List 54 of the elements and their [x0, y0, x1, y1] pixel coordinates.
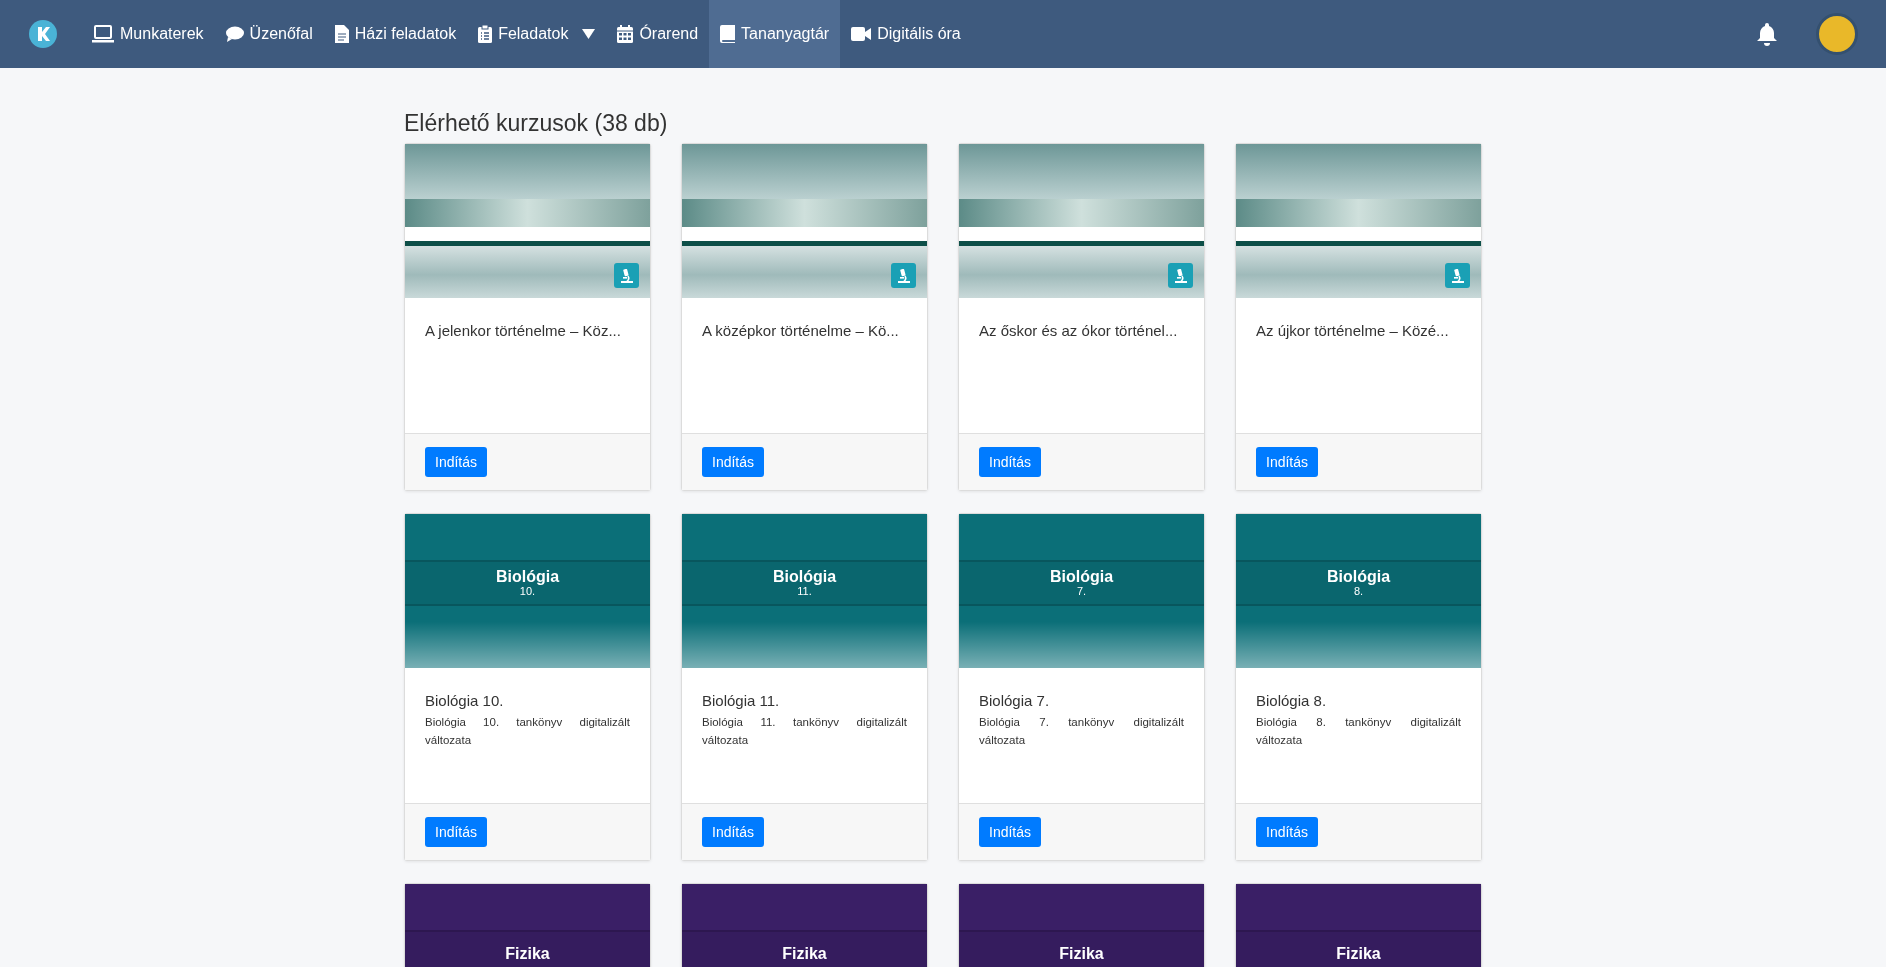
course-description: Biológia 7. tankönyv digitalizált változata [979, 715, 1184, 748]
course-title: A középkor történelme – Kö... [702, 322, 900, 339]
start-button[interactable]: Indítás [702, 817, 765, 847]
nav-item[interactable]: Digitális óra [840, 0, 972, 68]
course-title: A jelenkor történelme – Köz... [425, 322, 622, 339]
microscope-icon [891, 263, 916, 288]
start-button[interactable]: Indítás [425, 817, 488, 847]
cover-title: Biológia [772, 568, 837, 585]
cover-title: Biológia [1326, 568, 1391, 585]
speech-bubble-icon [225, 26, 244, 42]
notification-bell-icon[interactable] [1756, 22, 1778, 46]
cover-title: Fizika [505, 944, 550, 962]
course-title: Biológia 11. [702, 692, 781, 709]
nav-item[interactable]: Házi feladatok [323, 0, 468, 68]
start-button[interactable]: Indítás [425, 447, 488, 477]
nav-item[interactable]: Tananyagtár [709, 0, 841, 68]
cover-subtitle: 8. [1353, 585, 1364, 598]
logo-icon[interactable] [29, 20, 57, 48]
calendar-icon [617, 25, 634, 43]
course-description: Biológia 8. tankönyv digitalizált változata [1256, 715, 1461, 748]
cover-title: Biológia [495, 568, 560, 585]
video-camera-icon [851, 27, 872, 41]
nav-item[interactable]: Órarend [606, 0, 710, 68]
book-icon [720, 25, 736, 43]
nav-item[interactable]: Munkaterek [81, 0, 215, 68]
course-title: Az újkor történelme – Közé... [1256, 322, 1450, 339]
course-title: Biológia 8. [1256, 692, 1328, 709]
start-button[interactable]: Indítás [1256, 447, 1319, 477]
page-heading: Elérhető kurzusok (38 db) [404, 110, 669, 137]
clipboard-icon [478, 25, 493, 43]
cover-title: Biológia [1049, 568, 1114, 585]
cover-subtitle: 7. [1076, 585, 1087, 598]
cover-title: Fizika [1059, 944, 1104, 962]
course-title: Biológia 7. [979, 692, 1051, 709]
microscope-icon [614, 263, 639, 288]
course-description: Biológia 10. tankönyv digitalizált változata [425, 715, 630, 748]
avatar-icon[interactable] [1816, 13, 1858, 55]
start-button[interactable]: Indítás [1256, 817, 1319, 847]
microscope-icon [1445, 263, 1470, 288]
cover-subtitle: 11. [797, 585, 812, 598]
cover-subtitle: 10. [519, 585, 536, 598]
nav-item[interactable]: Üzenőfal [214, 0, 324, 68]
nav-item[interactable]: Feladatok [467, 0, 607, 68]
course-title: Biológia 10. [425, 692, 505, 709]
microscope-icon [1168, 263, 1193, 288]
cover-title: Fizika [782, 944, 827, 962]
start-button[interactable]: Indítás [979, 447, 1042, 477]
start-button[interactable]: Indítás [702, 447, 765, 477]
document-icon [334, 25, 349, 43]
course-description: Biológia 11. tankönyv digitalizált változata [702, 715, 907, 748]
start-button[interactable]: Indítás [979, 817, 1042, 847]
course-title: Az őskor és az ókor történel... [979, 322, 1179, 339]
laptop-icon [92, 25, 114, 43]
cover-title: Fizika [1336, 944, 1381, 962]
